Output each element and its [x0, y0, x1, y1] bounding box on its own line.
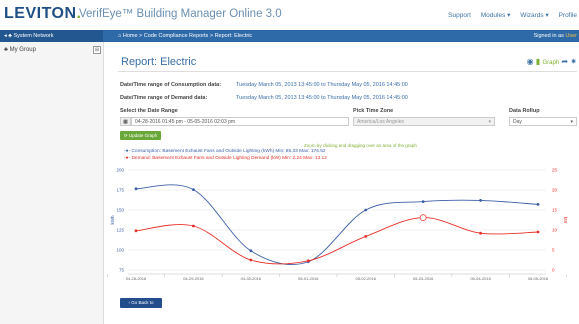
- left-tick-label: 175: [116, 188, 124, 193]
- series-line-consumption: [135, 184, 539, 266]
- timezone-select[interactable]: America/Los Angeles ▾: [353, 117, 495, 126]
- expand-icon[interactable]: ⊞: [93, 46, 101, 54]
- consumption-range-label: Date/Time range of Consumption data:: [120, 82, 222, 88]
- date-range-label: Select the Date Range: [120, 108, 178, 114]
- timezone-label: Pick Time Zone: [353, 108, 394, 114]
- sidebar-item-my-group[interactable]: ♣ My Group: [4, 47, 36, 53]
- demand-range-value: Tuesday March 05, 2013 13:45:00 to Thurs…: [236, 95, 408, 101]
- data-point-consumption: [479, 199, 482, 202]
- back-to-reports-label: Go Back to Reports: [131, 300, 154, 315]
- update-graph-label: Update Graph: [128, 133, 158, 138]
- divider: [118, 71, 577, 72]
- data-point-demand: [306, 259, 310, 263]
- hover-marker: [419, 214, 427, 221]
- signed-in-status: Signed in as User: [534, 30, 577, 42]
- data-point-demand: [479, 231, 482, 235]
- date-range-input[interactable]: 04-28-2016 01:45 pm - 05-05-2016 02:03 p…: [131, 117, 349, 126]
- app-title: VerifEye™ Building Manager Online 3.0: [79, 8, 282, 20]
- left-tick-label: 125: [116, 228, 124, 233]
- nav-modules[interactable]: Modules ▾: [481, 12, 511, 19]
- page-title: Report: Electric: [121, 56, 197, 68]
- leviton-logo[interactable]: LEVITON.: [4, 5, 82, 23]
- nav-profile[interactable]: Profile: [559, 12, 577, 19]
- zoom-hint: Zoom by clicking and dragging over an ar…: [304, 143, 417, 148]
- rollup-label: Data Rollup: [509, 108, 540, 114]
- right-tick-label: 15: [552, 208, 558, 213]
- rollup-select[interactable]: Day ▾: [509, 117, 577, 126]
- data-point-consumption: [536, 203, 540, 206]
- right-tick-label: 10: [552, 228, 558, 233]
- x-tick-label: 05-02-2016: [355, 276, 376, 281]
- right-tick-label: 20: [552, 188, 558, 193]
- export-icon[interactable]: ➦: [561, 57, 568, 66]
- nav-wizards[interactable]: Wizards ▾: [520, 12, 549, 19]
- data-point-consumption: [192, 188, 195, 191]
- left-tick-label: 100: [116, 248, 124, 253]
- data-point-consumption: [134, 187, 138, 191]
- data-point-demand: [192, 224, 195, 228]
- x-tick-label: 04-30-2016: [241, 276, 262, 281]
- data-point-consumption: [249, 249, 253, 253]
- x-tick-label: 04-29-2016: [183, 276, 204, 281]
- left-tick-label: 200: [116, 168, 124, 173]
- data-point-consumption: [364, 208, 368, 212]
- top-nav: Support Modules ▾ Wizards ▾ Profile: [440, 11, 577, 19]
- rollup-value: Day: [513, 119, 522, 125]
- top-bar: LEVITON. VerifEye™ Building Manager Onli…: [0, 0, 579, 31]
- data-point-consumption: [421, 200, 425, 203]
- legend-consumption[interactable]: -●- Consumption: Basement Exhaust Fans a…: [124, 149, 326, 154]
- data-point-demand: [134, 229, 138, 233]
- right-tick-label: 5: [552, 248, 555, 253]
- x-tick-label: 05-05-2016: [528, 276, 549, 281]
- demand-range-label: Date/Time range of Demand data:: [120, 95, 208, 101]
- left-axis-title: kWh: [110, 215, 115, 224]
- x-tick-label: 05-01-2016: [298, 276, 319, 281]
- gear-icon[interactable]: ✷: [570, 57, 577, 66]
- right-tick-label: 25: [552, 168, 558, 173]
- update-graph-button[interactable]: ⟳ Update Graph: [120, 131, 161, 140]
- x-tick-label: 04-28-2016: [126, 276, 147, 281]
- title-toolbar: ◉ ▮ Graph ➦ ✷: [527, 57, 577, 66]
- system-network-label: System Network: [13, 33, 54, 39]
- right-tick-label: 0: [552, 268, 555, 273]
- legend-demand[interactable]: -●- Demand: Basement Exhaust Fans and Ou…: [124, 156, 327, 161]
- x-tick-label: 05-04-2016: [470, 276, 491, 281]
- signed-in-user[interactable]: User: [565, 33, 577, 39]
- breadcrumb-text[interactable]: Home > Code Compliance Reports > Report:…: [123, 33, 252, 39]
- graph-link[interactable]: Graph: [542, 60, 559, 66]
- group-label: My Group: [9, 47, 36, 53]
- legend-consumption-label: Consumption: Basement Exhaust Fans and O…: [131, 149, 326, 154]
- consumption-range-value: Tuesday March 05, 2013 13:45:00 to Thurs…: [236, 82, 408, 88]
- view-icon[interactable]: ◉: [527, 57, 534, 66]
- system-network-toggle[interactable]: ◂ ♣ System Network: [0, 30, 103, 42]
- chevron-down-icon: ▾: [488, 119, 491, 125]
- main-content: Report: Electric ◉ ▮ Graph ➦ ✷ Date/Time…: [104, 42, 579, 324]
- nav-bar: ◂ ♣ System Network ⌂ Home > Code Complia…: [0, 30, 579, 42]
- legend-demand-label: Demand: Basement Exhaust Fans and Outsid…: [131, 156, 327, 161]
- back-to-reports-button[interactable]: ‹ Go Back to Reports: [120, 298, 162, 315]
- data-point-demand: [249, 258, 253, 262]
- signed-in-prefix: Signed in as: [533, 33, 564, 39]
- left-tick-label: 75: [119, 268, 125, 273]
- line-chart[interactable]: 75 100 125 150 175 200 0 5 10 15 20 25 kWh kW 04-28-20…: [104, 166, 579, 294]
- series-line-demand: [135, 217, 539, 265]
- breadcrumb: ⌂ Home > Code Compliance Reports > Repor…: [118, 30, 252, 42]
- chevron-down-icon: ▾: [570, 119, 573, 125]
- nav-support[interactable]: Support: [448, 12, 471, 19]
- calendar-icon[interactable]: ▦: [120, 117, 131, 126]
- bar-chart-icon[interactable]: ▮: [536, 57, 540, 66]
- data-point-demand: [536, 230, 540, 234]
- left-tick-label: 150: [116, 208, 124, 213]
- timezone-value: America/Los Angeles: [357, 119, 404, 125]
- right-axis-title: kW: [563, 217, 568, 224]
- sidebar: ♣ My Group ⊞: [0, 42, 104, 324]
- data-point-demand: [364, 235, 368, 238]
- x-tick-label: 05-03-2016: [413, 276, 434, 281]
